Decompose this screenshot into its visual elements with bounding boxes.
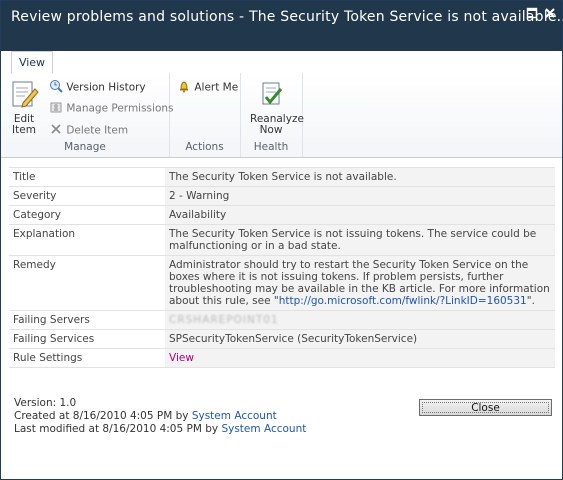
close-icon[interactable]: [543, 7, 557, 21]
maximize-icon[interactable]: [525, 7, 539, 21]
created-line: Created at 8/16/2010 4:05 PM by System A…: [14, 410, 306, 423]
rule-settings-label: Rule Settings: [9, 348, 165, 368]
alert-me-button[interactable]: Alert Me: [177, 79, 238, 96]
reanalyze-now-button[interactable]: Reanalyze Now: [244, 79, 304, 136]
edit-item-button[interactable]: Edit Item: [7, 79, 41, 136]
category-value: Availability: [165, 205, 555, 225]
created-by-link[interactable]: System Account: [192, 410, 277, 422]
tab-view[interactable]: View: [11, 51, 53, 74]
created-text: Created at 8/16/2010 4:05 PM by: [14, 410, 192, 422]
actions-group-label: Actions: [185, 141, 224, 153]
category-label: Category: [9, 205, 165, 225]
version-text: Version: 1.0: [14, 397, 77, 409]
severity-label: Severity: [9, 186, 165, 206]
manage-permissions-button[interactable]: Manage Permissions: [49, 100, 174, 117]
health-group-label: Health: [253, 141, 289, 153]
failing-servers-value: CRSHAREPOINT01: [165, 310, 555, 330]
ribbon-group-actions: Alert Me Actions: [169, 73, 241, 157]
edit-item-label: Edit Item: [12, 113, 36, 136]
remedy-value: Administrator should try to restart the …: [165, 255, 555, 311]
table-row: Rule Settings View: [9, 348, 555, 368]
close-button[interactable]: Close: [419, 399, 552, 416]
item-metadata: Version: 1.0 Created at 8/16/2010 4:05 P…: [14, 397, 306, 436]
alert-bell-icon: [177, 79, 191, 96]
details-table: Title The Security Token Service is not …: [9, 167, 555, 368]
edit-item-icon: [9, 79, 39, 112]
version-history-label: Version History: [66, 81, 146, 94]
version-history-button[interactable]: Version History: [49, 79, 146, 96]
failing-servers-label: Failing Servers: [9, 310, 165, 330]
table-row: Severity 2 - Warning: [9, 186, 555, 206]
remedy-text-end: ".: [526, 295, 535, 307]
dialog-titlebar: Review problems and solutions - The Secu…: [1, 1, 563, 51]
ribbon: Edit Item Version History Manage Permiss…: [1, 73, 562, 158]
review-problems-dialog: Review problems and solutions - The Secu…: [0, 0, 563, 480]
rule-settings-value: View: [165, 348, 555, 368]
modified-line: Last modified at 8/16/2010 4:05 PM by Sy…: [14, 423, 306, 436]
delete-item-button[interactable]: Delete Item: [49, 122, 128, 139]
manage-group-label: Manage: [64, 141, 106, 153]
delete-item-label: Delete Item: [66, 124, 129, 137]
table-row: Remedy Administrator should try to resta…: [9, 255, 555, 311]
modified-text: Last modified at 8/16/2010 4:05 PM by: [14, 423, 222, 435]
failing-services-value: SPSecurityTokenService (SecurityTokenSer…: [165, 329, 555, 349]
version-history-icon: [49, 79, 63, 96]
table-row: Explanation The Security Token Service i…: [9, 224, 555, 256]
table-row: Title The Security Token Service is not …: [9, 167, 555, 187]
failing-server-name: CRSHAREPOINT01: [169, 314, 279, 326]
table-row: Failing Servers CRSHAREPOINT01: [9, 310, 555, 330]
ribbon-group-manage: Edit Item Version History Manage Permiss…: [1, 73, 174, 157]
reanalyze-now-label: Reanalyze Now: [250, 113, 304, 136]
manage-permissions-icon: [49, 100, 63, 117]
title-value: The Security Token Service is not availa…: [165, 167, 555, 187]
dialog-title: Review problems and solutions - The Secu…: [11, 9, 563, 25]
alert-me-label: Alert Me: [194, 81, 239, 94]
rule-settings-view-link[interactable]: View: [169, 352, 194, 364]
reanalyze-icon: [256, 79, 286, 112]
table-row: Category Availability: [9, 205, 555, 225]
title-label: Title: [9, 167, 165, 187]
remedy-label: Remedy: [9, 255, 165, 311]
kb-article-link[interactable]: http://go.microsoft.com/fwlink/?LinkID=1…: [279, 295, 527, 307]
modified-by-link[interactable]: System Account: [221, 423, 306, 435]
table-row: Failing Services SPSecurityTokenService …: [9, 329, 555, 349]
severity-value: 2 - Warning: [165, 186, 555, 206]
failing-services-label: Failing Services: [9, 329, 165, 349]
explanation-label: Explanation: [9, 224, 165, 256]
manage-permissions-label: Manage Permissions: [66, 102, 174, 115]
ribbon-group-health: Reanalyze Now Health: [240, 73, 304, 157]
explanation-value: The Security Token Service is not issuin…: [165, 224, 555, 256]
delete-icon: [49, 122, 63, 139]
